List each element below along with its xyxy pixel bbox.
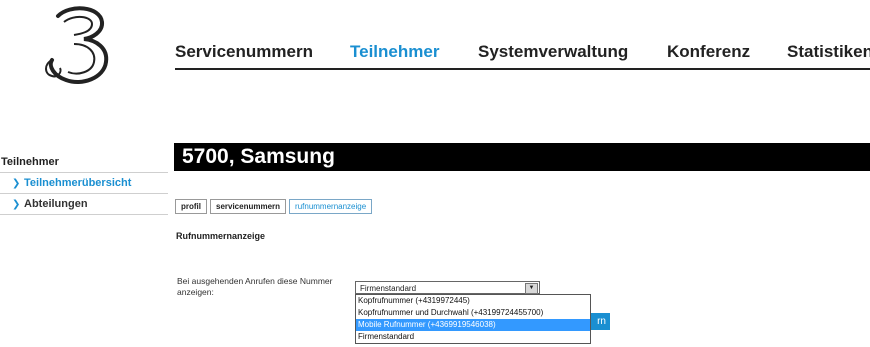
caller-id-select[interactable]: Firmenstandard ▼ [355,281,540,294]
sidebar-item-label: Abteilungen [24,198,88,210]
chevron-right-icon: ❯ [12,198,21,210]
sidebar-item-abteilungen[interactable]: ❯ Abteilungen [0,194,168,215]
chevron-down-icon[interactable]: ▼ [525,283,538,294]
sidebar: Teilnehmer ❯ Teilnehmerübersicht ❯ Abtei… [0,151,168,215]
sidebar-heading: Teilnehmer [0,151,168,173]
section-title: Rufnummernanzeige [176,231,266,241]
tab-bar: profil servicenummern rufnummernanzeige [175,199,373,214]
sidebar-item-teilnehmeruebersicht[interactable]: ❯ Teilnehmerübersicht [0,173,168,194]
tab-rufnummernanzeige[interactable]: rufnummernanzeige [289,199,373,214]
caller-id-label: Bei ausgehenden Anrufen diese Nummer anz… [177,276,333,297]
nav-item-teilnehmer[interactable]: Teilnehmer [350,42,439,62]
nav-item-systemverwaltung[interactable]: Systemverwaltung [478,42,628,62]
nav-item-servicenummern[interactable]: Servicenummern [175,42,313,62]
tab-profil[interactable]: profil [175,199,207,214]
sidebar-item-label: Teilnehmerübersicht [24,177,132,189]
dropdown-option-highlighted[interactable]: Mobile Rufnummer (+4369919546038) [356,319,590,331]
dropdown-option[interactable]: Firmenstandard [356,331,590,343]
tab-servicenummern[interactable]: servicenummern [210,199,287,214]
nav-item-statistiken[interactable]: Statistiken [787,42,870,62]
page-title: 5700, Samsung [174,143,870,171]
three-logo-icon[interactable] [30,2,125,90]
chevron-right-icon: ❯ [12,177,21,189]
caller-id-dropdown: Kopfrufnummer (+4319972445) Kopfrufnumme… [355,294,591,344]
nav-item-konferenz[interactable]: Konferenz [667,42,750,62]
dropdown-option[interactable]: Kopfrufnummer und Durchwahl (+4319972445… [356,307,590,319]
main-nav: Servicenummern Teilnehmer Systemverwaltu… [175,40,870,70]
select-value: Firmenstandard [360,284,417,293]
dropdown-option[interactable]: Kopfrufnummer (+4319972445) [356,295,590,307]
